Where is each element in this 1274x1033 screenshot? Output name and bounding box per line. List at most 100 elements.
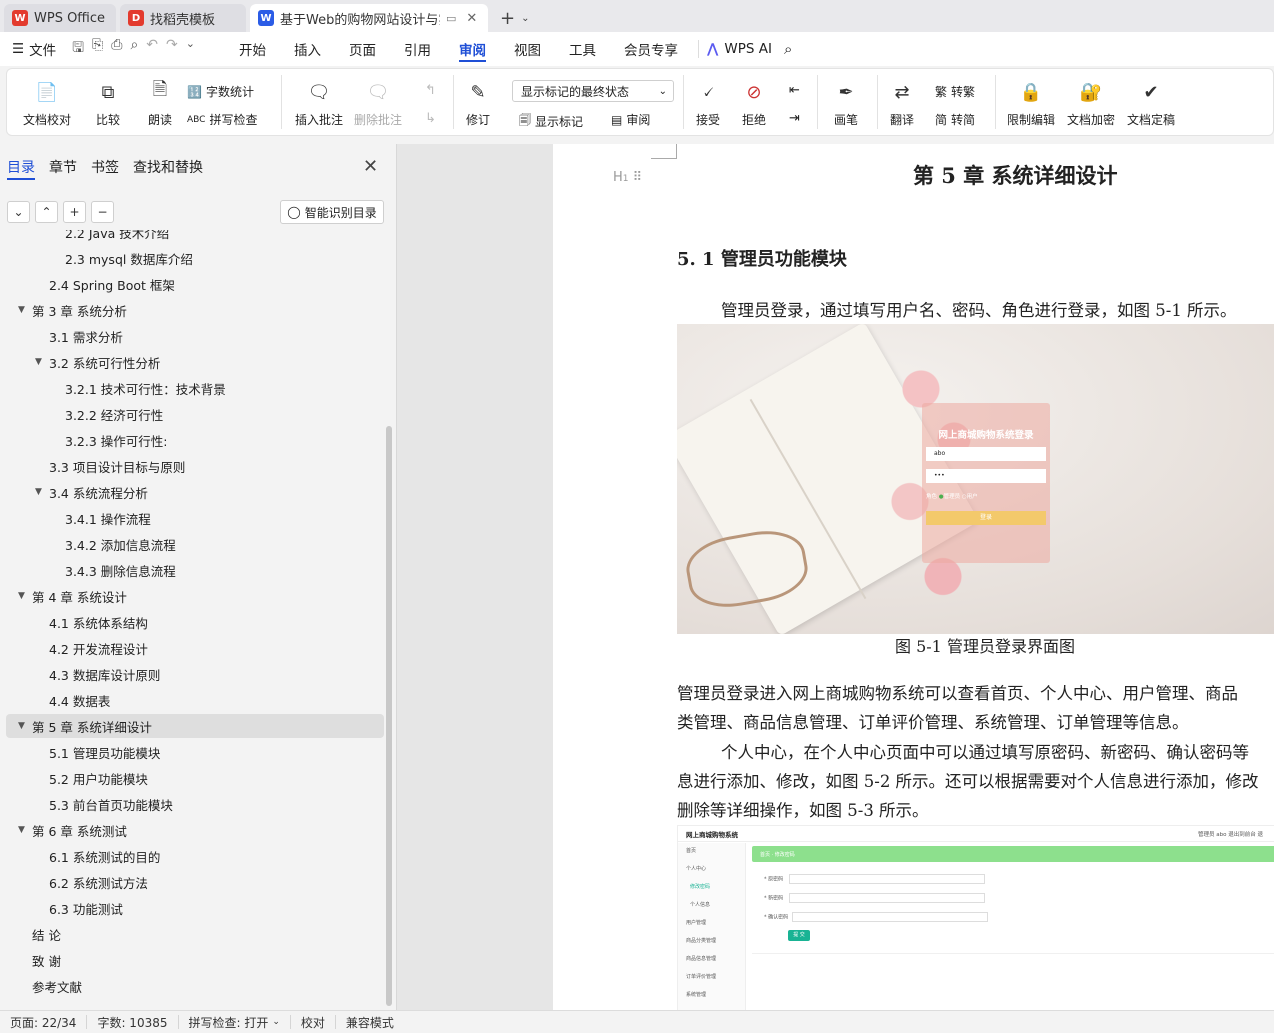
word-count-indicator[interactable]: 字数: 10385	[87, 1015, 179, 1030]
next-change-icon[interactable]: ⇥	[789, 111, 800, 126]
chevron-down-icon[interactable]: ⌄	[186, 37, 195, 61]
tab-start[interactable]: 开始	[225, 32, 280, 66]
delete-comment-button[interactable]: 🗨 删除批注	[354, 79, 402, 128]
word-count-button[interactable]: 🔢 字数统计	[187, 83, 254, 100]
toc-item[interactable]: 4.2 开发流程设计	[49, 636, 148, 660]
toc-item[interactable]: 3.3 项目设计目标与原则	[49, 454, 185, 478]
read-aloud-button[interactable]: 🗎 朗读	[147, 79, 173, 128]
toc-item[interactable]: ▼ 3.2 系统可行性分析	[35, 350, 160, 374]
to-traditional-button[interactable]: 繁 转繁	[935, 83, 975, 100]
toc-item[interactable]: 4.3 数据库设计原则	[49, 662, 160, 686]
demote-button[interactable]: −	[91, 201, 114, 223]
collapse-triangle-icon[interactable]: ▼	[18, 305, 25, 315]
document-page[interactable]: H1 ⠿ 第 5 章 系统详细设计 5. 1 管理员功能模块 管理员登录，通过填…	[553, 144, 1274, 1010]
chevron-down-icon[interactable]: ⌄	[521, 13, 529, 24]
toc-item[interactable]: 4.1 系统体系结构	[49, 610, 148, 634]
nav-tab-toc[interactable]: 目录	[0, 144, 42, 190]
toc-item[interactable]: 致 谢	[32, 948, 61, 972]
toc-item[interactable]: 6.3 功能测试	[49, 896, 123, 920]
toc-item[interactable]: ▼ 第 3 章 系统分析	[18, 298, 127, 322]
to-simplified-button[interactable]: 简 转简	[935, 111, 975, 128]
toc-item[interactable]: 2.2 Java 技术介绍	[65, 230, 169, 244]
print-preview-icon[interactable]: ⌕	[130, 37, 138, 61]
insert-comment-button[interactable]: 🗨 插入批注	[295, 79, 343, 128]
prev-change-icon[interactable]: ⇤	[789, 83, 800, 98]
toc-item[interactable]: 3.2.2 经济可行性	[65, 402, 163, 426]
nav-tab-find-replace[interactable]: 查找和替换	[126, 144, 210, 190]
toc-item[interactable]: 3.4.3 删除信息流程	[65, 558, 176, 582]
track-changes-button[interactable]: ✎ 修订	[465, 79, 491, 128]
collapse-triangle-icon[interactable]: ▼	[35, 487, 42, 497]
export-icon[interactable]: ⎘	[92, 37, 103, 61]
close-icon[interactable]: ✕	[466, 11, 477, 26]
toc-item[interactable]: 3.2.1 技术可行性：技术背景	[65, 376, 226, 400]
toc-item[interactable]: ▼ 第 5 章 系统详细设计	[18, 714, 152, 738]
tab-references[interactable]: 引用	[390, 32, 445, 66]
toc-item[interactable]: 3.4.2 添加信息流程	[65, 532, 176, 556]
restrict-edit-button[interactable]: 🔒 限制编辑	[1007, 79, 1055, 128]
finalize-button[interactable]: ✔ 文档定稿	[1127, 79, 1175, 128]
close-icon[interactable]: ✕	[363, 156, 378, 177]
toc-item[interactable]: 5.2 用户功能模块	[49, 766, 148, 790]
page-indicator[interactable]: 页面: 22/34	[0, 1015, 88, 1030]
compare-button[interactable]: ⧉ 比较	[95, 79, 121, 128]
toc-item[interactable]: 6.2 系统测试方法	[49, 870, 148, 894]
spell-check-button[interactable]: ABC 拼写检查	[187, 111, 257, 128]
spell-check-indicator[interactable]: 拼写检查: 打开 ⌄	[179, 1015, 291, 1030]
file-menu-button[interactable]: ☰ 文件	[12, 39, 56, 59]
tab-review[interactable]: 审阅	[445, 32, 500, 66]
translate-button[interactable]: ⇄ 翻译	[889, 79, 915, 128]
toc-item[interactable]: 结 论	[32, 922, 61, 946]
toc-item[interactable]: ▼ 第 4 章 系统设计	[18, 584, 127, 608]
promote-button[interactable]: +	[63, 201, 86, 223]
redo-icon[interactable]: ↷	[166, 37, 178, 61]
pen-button[interactable]: ✒ 画笔	[833, 79, 859, 128]
smart-toc-button[interactable]: ◯ 智能识别目录	[280, 200, 384, 224]
nav-tab-sections[interactable]: 章节	[42, 144, 84, 190]
toc-item[interactable]: 5.1 管理员功能模块	[49, 740, 160, 764]
search-icon[interactable]: ⌕	[784, 40, 792, 58]
tab-page[interactable]: 页面	[335, 32, 390, 66]
tab-wps-office[interactable]: W WPS Office	[4, 4, 116, 32]
collapse-triangle-icon[interactable]: ▼	[18, 825, 25, 835]
prev-comment-icon[interactable]: ↰	[425, 83, 436, 98]
review-pane-button[interactable]: ▤ 审阅	[611, 111, 650, 128]
collapse-all-button[interactable]: ⌃	[35, 201, 58, 223]
markup-state-select[interactable]: 显示标记的最终状态 ⌄	[512, 80, 674, 102]
doc-check-button[interactable]: 📄 文档校对	[23, 79, 71, 128]
reject-button[interactable]: ⊘ 拒绝	[741, 79, 767, 128]
toc-item[interactable]: 3.2.3 操作可行性:	[65, 428, 168, 452]
collapse-triangle-icon[interactable]: ▼	[35, 357, 42, 367]
toc-item[interactable]: 参考文献	[32, 974, 82, 998]
toc-item[interactable]: 5.3 前台首页功能模块	[49, 792, 173, 816]
nav-tab-bookmarks[interactable]: 书签	[84, 144, 126, 190]
toc-item[interactable]: 3.4.1 操作流程	[65, 506, 151, 530]
tab-document[interactable]: W 基于Web的购物网站设计与实 ▭ ✕	[250, 4, 488, 32]
collapse-triangle-icon[interactable]: ▼	[18, 721, 25, 731]
toc-item[interactable]: 2.3 mysql 数据库介绍	[65, 246, 193, 270]
heading-handle[interactable]: H1 ⠿	[613, 170, 642, 185]
toc-item[interactable]: 6.1 系统测试的目的	[49, 844, 160, 868]
print-icon[interactable]: ⎙	[111, 37, 122, 61]
toc-item[interactable]: 4.4 数据表	[49, 688, 110, 712]
wps-ai-button[interactable]: ⋀ WPS AI	[707, 41, 772, 57]
tab-member[interactable]: 会员专享	[610, 32, 692, 66]
new-tab-button[interactable]: + ⌄	[500, 4, 529, 32]
next-comment-icon[interactable]: ↳	[425, 111, 436, 126]
tab-insert[interactable]: 插入	[280, 32, 335, 66]
collapse-triangle-icon[interactable]: ▼	[18, 591, 25, 601]
show-markup-button[interactable]: 🗐 显示标记	[519, 111, 583, 132]
undo-icon[interactable]: ↶	[146, 37, 158, 61]
tab-view[interactable]: 视图	[500, 32, 555, 66]
save-icon[interactable]: 🖫	[72, 37, 84, 61]
toc-scrollbar[interactable]	[386, 426, 392, 1006]
toc-item[interactable]: 3.1 需求分析	[49, 324, 123, 348]
tab-docer-templates[interactable]: D 找稻壳模板	[120, 4, 246, 32]
toc-item[interactable]: ▼ 第 6 章 系统测试	[18, 818, 127, 842]
toc-item[interactable]: 2.4 Spring Boot 框架	[49, 272, 175, 296]
monitor-icon[interactable]: ▭	[446, 12, 456, 25]
accept-button[interactable]: 🗸 接受	[695, 79, 721, 128]
encrypt-button[interactable]: 🔐 文档加密	[1067, 79, 1115, 128]
toc-item[interactable]: ▼ 3.4 系统流程分析	[35, 480, 148, 504]
tab-tools[interactable]: 工具	[555, 32, 610, 66]
